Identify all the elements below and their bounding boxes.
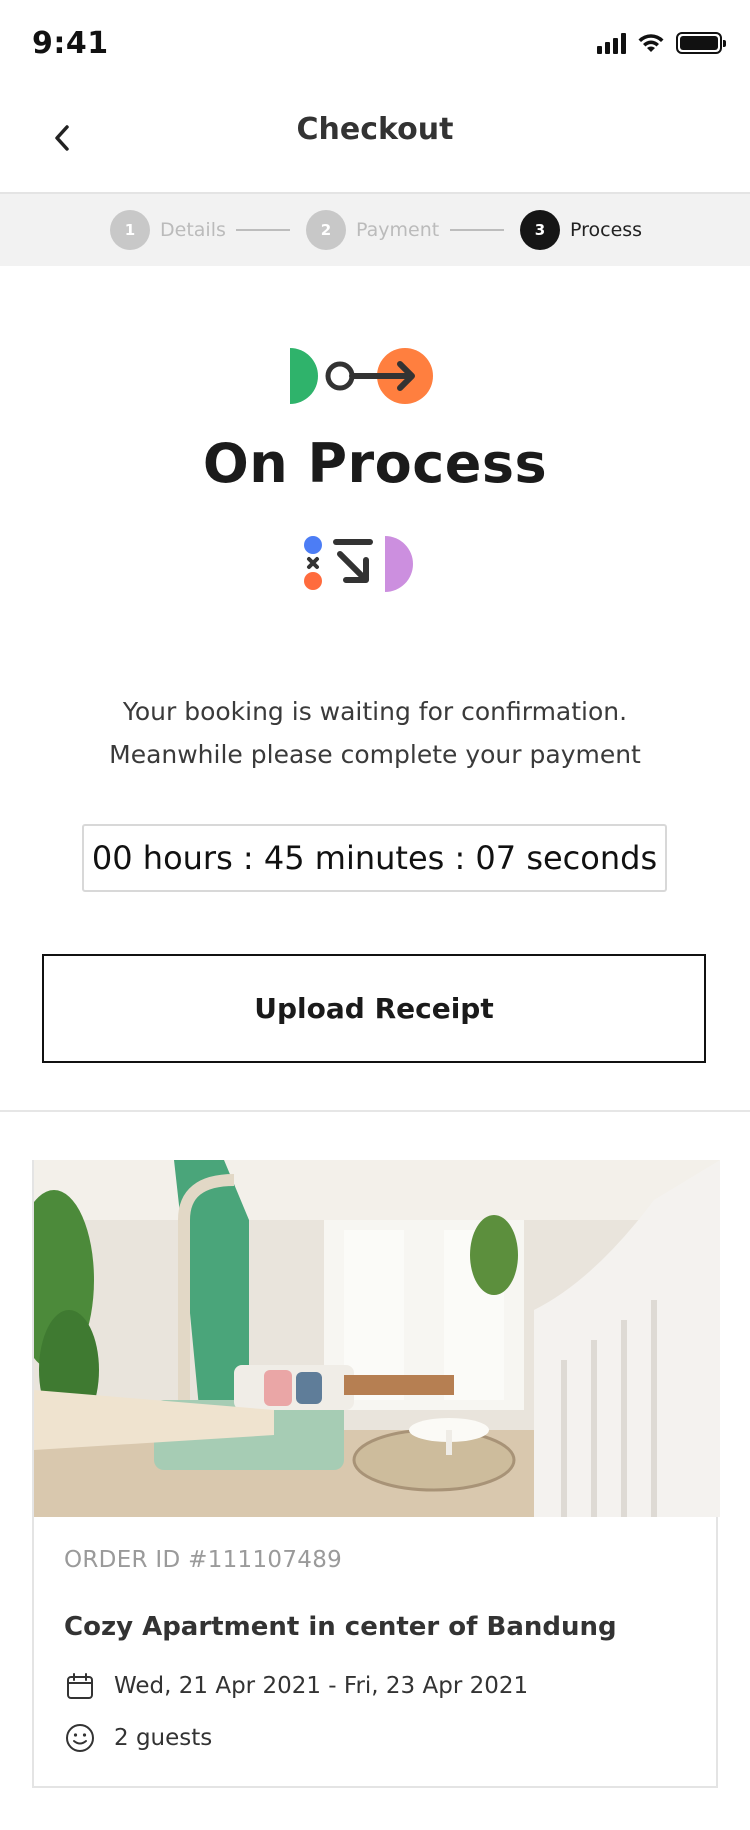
confirmation-message: Your booking is waiting for confirmation… (0, 690, 750, 776)
dates-text: Wed, 21 Apr 2021 - Fri, 23 Apr 2021 (114, 1673, 529, 1699)
smiley-icon (64, 1722, 96, 1754)
page-title: Checkout (296, 112, 454, 147)
process-illustration-bottom (304, 536, 413, 592)
checkout-header: Checkout (0, 90, 750, 194)
step-details: 1 Details (110, 210, 226, 250)
step-label: Details (160, 219, 226, 241)
step-label: Payment (356, 219, 440, 241)
cellular-signal-icon (597, 32, 626, 54)
payment-countdown: 00 hours : 45 minutes : 07 seconds (82, 824, 667, 892)
calendar-icon (64, 1670, 96, 1702)
guests-text: 2 guests (114, 1725, 213, 1751)
order-card: ORDER ID #111107489 Cozy Apartment in ce… (32, 1160, 720, 1788)
property-name: Cozy Apartment in center of Bandung (64, 1612, 617, 1642)
process-title: On Process (202, 432, 548, 495)
step-number: 1 (110, 210, 150, 250)
step-payment: 2 Payment (306, 210, 439, 250)
booking-dates: Wed, 21 Apr 2021 - Fri, 23 Apr 2021 (64, 1670, 528, 1702)
status-bar: 9:41 (0, 0, 750, 90)
wifi-icon (638, 34, 664, 52)
step-connector (450, 229, 504, 231)
message-line-1: Your booking is waiting for confirmation… (122, 697, 628, 726)
step-number: 2 (306, 210, 346, 250)
battery-icon (676, 32, 726, 54)
status-time: 9:41 (32, 26, 109, 61)
checkout-stepper: 1 Details 2 Payment 3 Process (0, 194, 750, 266)
property-photo (34, 1160, 720, 1517)
upload-receipt-button[interactable]: Upload Receipt (42, 954, 706, 1063)
message-line-2: Meanwhile please complete your payment (109, 740, 641, 769)
order-id: ORDER ID #111107489 (64, 1547, 343, 1573)
step-connector (236, 229, 290, 231)
status-icons (597, 32, 726, 54)
section-divider (0, 1110, 750, 1112)
step-process: 3 Process (520, 210, 642, 250)
guest-count: 2 guests (64, 1722, 212, 1754)
step-label: Process (570, 219, 643, 241)
process-illustration-top (290, 348, 433, 404)
step-number: 3 (520, 210, 560, 250)
